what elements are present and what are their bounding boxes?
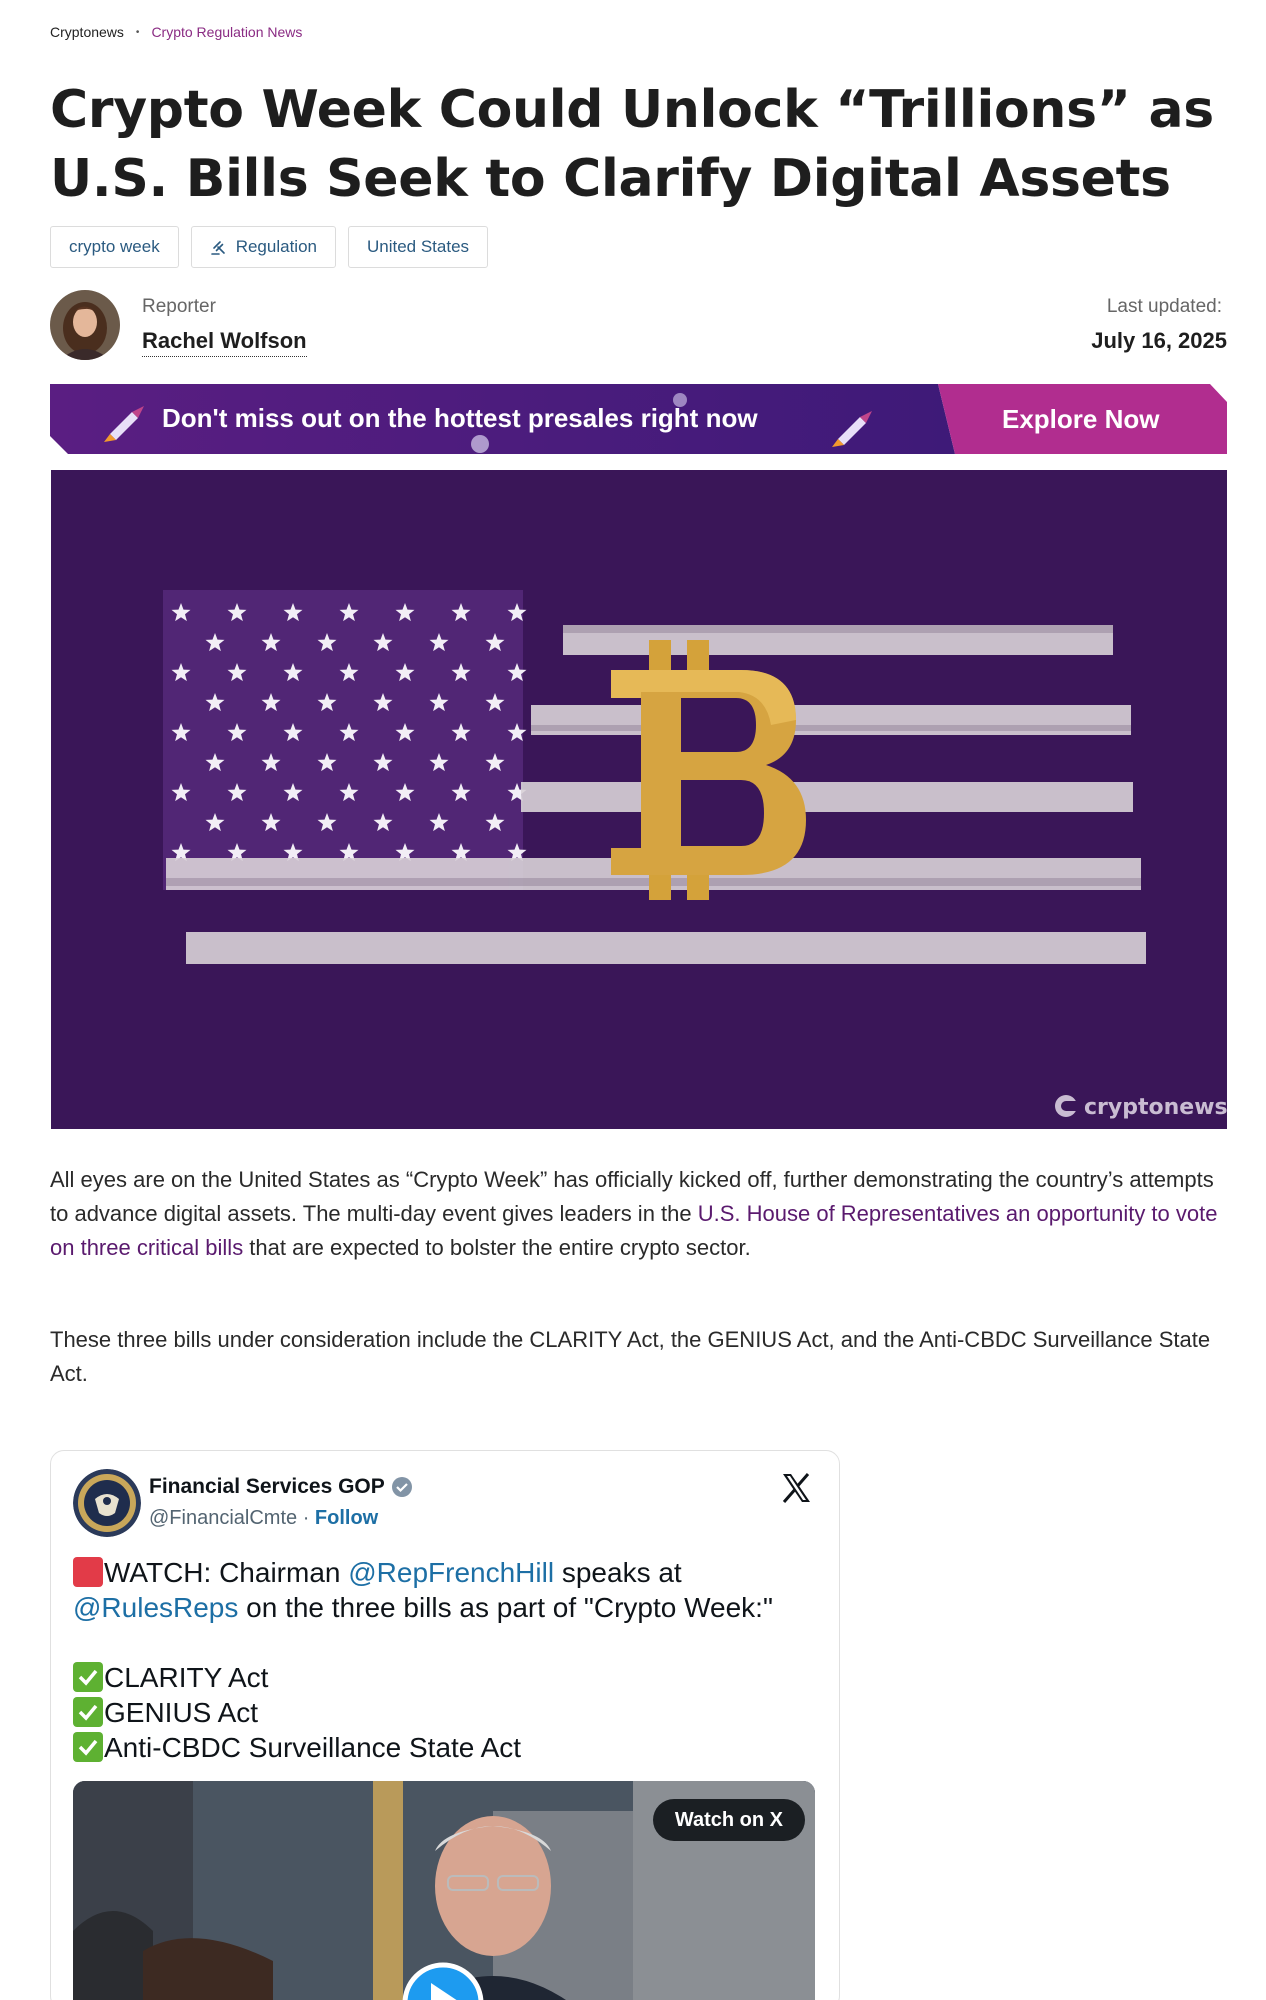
mention-repfrenchhill-link[interactable]: @RepFrenchHill — [348, 1557, 554, 1588]
reporter-label: Reporter — [142, 296, 216, 317]
siren-emoji-icon — [73, 1557, 103, 1587]
tweet-video-thumbnail[interactable]: Watch on X — [73, 1781, 815, 2000]
tag-label: crypto week — [69, 237, 160, 256]
tweet-handle-row: @FinancialCmte · Follow — [149, 1507, 378, 1530]
bitcoin-flag-image: cryptonews — [51, 470, 1227, 1129]
author-name-link[interactable]: Rachel Wolfson — [142, 328, 307, 357]
tweet-line: @RulesReps on the three bills as part of… — [73, 1590, 813, 1625]
breadcrumb: Cryptonews • Crypto Regulation News — [50, 24, 302, 40]
breadcrumb-section-link[interactable]: Crypto Regulation News — [151, 24, 302, 40]
explore-now-button[interactable]: Explore Now — [1002, 404, 1159, 435]
x-logo-icon[interactable] — [779, 1471, 813, 1505]
last-updated-date: July 16, 2025 — [1091, 328, 1227, 353]
check-mark-icon — [73, 1732, 103, 1762]
mention-rulesreps-link[interactable]: @RulesReps — [73, 1592, 238, 1623]
tweet-list-item: Anti-CBDC Surveillance State Act — [73, 1730, 813, 1765]
bill-item-text: CLARITY Act — [104, 1662, 269, 1693]
last-updated-label: Last updated: — [1106, 296, 1222, 317]
article-paragraph-2: These three bills under consideration in… — [50, 1327, 1211, 1386]
tweet-list-item: GENIUS Act — [73, 1695, 813, 1730]
follow-button[interactable]: Follow — [315, 1507, 378, 1529]
gavel-icon — [210, 241, 225, 255]
tweet-text-segment: on the three bills as part of "Crypto We… — [238, 1592, 773, 1623]
presales-promo-banner[interactable]: Don't miss out on the hottest presales r… — [50, 384, 1227, 454]
article-paragraph-1: All eyes are on the United States as “Cr… — [50, 1163, 1227, 1265]
breadcrumb-separator: • — [135, 26, 140, 38]
page-title: Crypto Week Could Unlock “Trillions” as … — [50, 80, 1214, 209]
avatar[interactable] — [50, 290, 120, 360]
seal-icon — [73, 1469, 141, 1537]
tag-regulation[interactable]: Regulation — [190, 226, 336, 268]
tweet-text: WATCH: Chairman @RepFrenchHill speaks at… — [73, 1555, 813, 1765]
tag-crypto-week[interactable]: crypto week — [50, 226, 179, 268]
verified-badge-icon — [391, 1477, 412, 1497]
watermark-text: cryptonews — [1084, 1095, 1227, 1120]
tag-list: crypto week Regulation United States — [50, 226, 489, 268]
promo-text: Don't miss out on the hottest presales r… — [162, 403, 758, 433]
separator-dot: · — [302, 1507, 310, 1529]
author-photo — [50, 290, 120, 360]
watch-on-x-button[interactable]: Watch on X — [652, 1799, 805, 1841]
tweet-line: WATCH: Chairman @RepFrenchHill speaks at — [73, 1555, 813, 1590]
embedded-tweet[interactable]: Financial Services GOP @FinancialCmte · … — [50, 1450, 840, 2000]
tweet-text-segment: speaks at — [554, 1557, 682, 1588]
tag-label: Regulation — [235, 237, 317, 256]
hero-image: cryptonews — [51, 470, 1227, 1129]
tag-label: United States — [366, 237, 470, 256]
financial-committee-seal-avatar[interactable] — [73, 1469, 141, 1537]
account-name-text: Financial Services GOP — [149, 1475, 385, 1498]
tweet-handle[interactable]: @FinancialCmte — [149, 1507, 297, 1529]
breadcrumb-home-link[interactable]: Cryptonews — [50, 24, 124, 40]
tweet-text-segment: WATCH: Chairman — [104, 1557, 349, 1588]
author-row: Reporter Rachel Wolfson Last updated: Ju… — [50, 290, 1227, 362]
tag-united-states[interactable]: United States — [347, 226, 489, 268]
bill-item-text: GENIUS Act — [104, 1697, 259, 1728]
tweet-account-name[interactable]: Financial Services GOP — [149, 1475, 413, 1499]
check-mark-icon — [73, 1697, 103, 1727]
bill-item-text: Anti-CBDC Surveillance State Act — [104, 1732, 522, 1763]
tweet-list-item: CLARITY Act — [73, 1660, 813, 1695]
check-mark-icon — [73, 1662, 103, 1692]
paragraph-text: that are expected to bolster the entire … — [243, 1235, 751, 1260]
